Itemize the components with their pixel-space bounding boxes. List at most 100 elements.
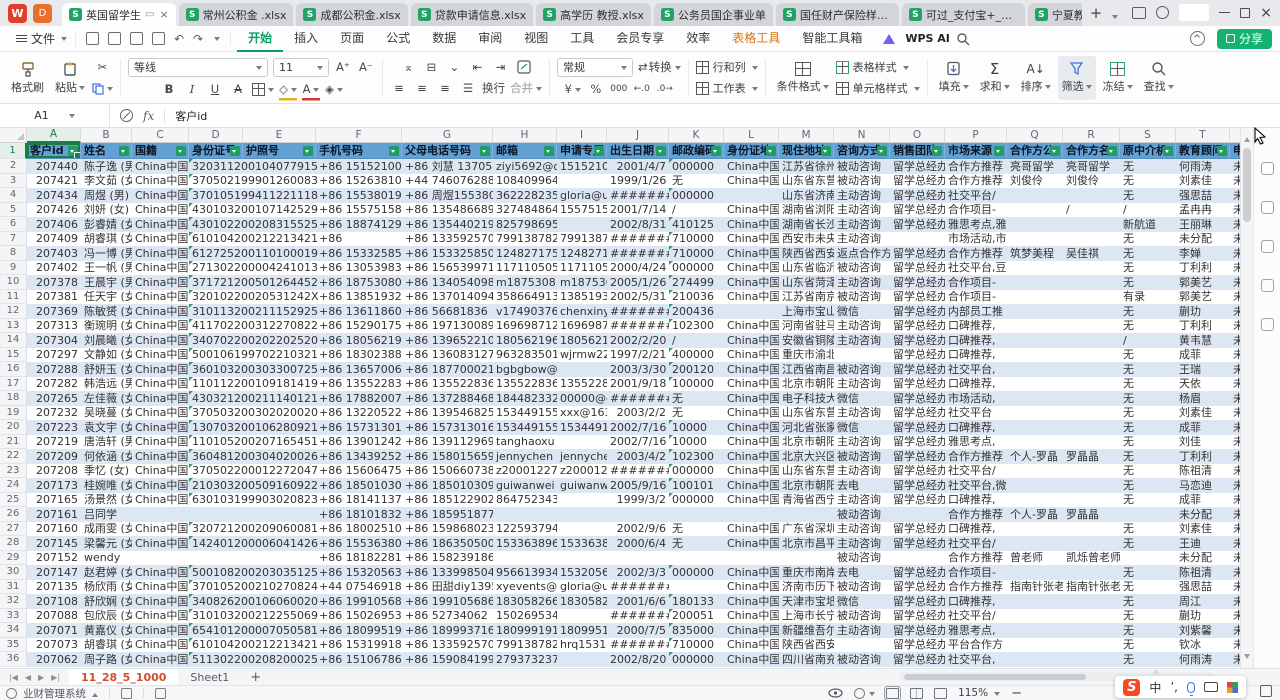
cell-G30[interactable]: +86 1339985047 [402,565,493,580]
cell-A27[interactable]: 207160 [27,522,81,537]
cell-D33[interactable]: 310103200212255069 [189,609,243,624]
cell-T12[interactable]: 蒯玏 [1176,304,1230,319]
cell-P35[interactable]: 平台合作方 [945,638,1007,653]
cell-M25[interactable]: 青海省西宁 [779,493,834,508]
cell-N10[interactable]: 主动咨询 [834,275,890,290]
cell-N18[interactable]: 微信 [834,391,890,406]
cell-K30[interactable]: 000000 [669,565,724,580]
cell-L19[interactable]: China中国 [724,406,779,421]
cell-R26[interactable]: 罗晶晶 [1063,507,1120,522]
header-cell-H1[interactable]: 邮箱 [493,143,557,159]
cell-H32[interactable]: 183058266 [493,594,557,609]
cell-R2[interactable]: 亮哥留学 [1063,159,1120,174]
row-header-31[interactable]: 31 [0,580,27,595]
cell-O33[interactable]: 留学总经办 [890,609,945,624]
cell-S5[interactable]: / [1120,203,1176,218]
sheet-tab-11_28_5_1000[interactable]: 11_28_5_1000 [69,669,178,686]
cell-O20[interactable]: 留学总经办 [890,420,945,435]
cell-K11[interactable]: 210036 [669,290,724,305]
cell-J28[interactable]: 2000/6/4 [607,536,669,551]
filter-dropdown-icon[interactable] [877,146,887,156]
cell-C11[interactable]: China中国 [132,290,189,305]
cell-G35[interactable]: +86 1335925706 [402,638,493,653]
cell-A23[interactable]: 207208 [27,464,81,479]
cell-N29[interactable]: 被动咨询 [834,551,890,566]
cell-L11[interactable]: China中国 [724,290,779,305]
sidebar-tool-icon[interactable] [1261,162,1274,175]
cell-B6[interactable]: 彭睿婧 (女 [81,217,132,232]
cell-H11[interactable]: 358664913 [493,290,557,305]
cell-T14[interactable]: 黄韦慧 [1176,333,1230,348]
cell-L29[interactable] [724,551,779,566]
row-header-5[interactable]: 5 [0,203,27,218]
cell-N24[interactable]: 去电 [834,478,890,493]
cell-Q21[interactable] [1007,435,1063,450]
cell-H2[interactable]: ziyi5692@q [493,159,557,174]
cell-J19[interactable]: 2003/2/2 [607,406,669,421]
row-header-36[interactable]: 36 [0,652,27,667]
cell-H9[interactable]: 117110505 [493,261,557,276]
cell-L20[interactable]: China中国 [724,420,779,435]
cell-P15[interactable]: 口碑推荐, [945,348,1007,363]
eye-icon[interactable] [828,688,843,698]
cell-O11[interactable]: 留学总经办 [890,290,945,305]
cell-J18[interactable]: ######### [607,391,669,406]
cell-A36[interactable]: 207062 [27,652,81,667]
row-header-12[interactable]: 12 [0,304,27,319]
cell-T7[interactable]: 未分配 [1176,232,1230,247]
cell-H8[interactable]: 124827175 [493,246,557,261]
cell-F32[interactable]: +86 19910568 [316,594,402,609]
cell-D4[interactable]: 370105199411221118 [189,188,243,203]
clear-format-button[interactable]: ◈ [325,81,343,98]
cell-D2[interactable]: 320311200104077915 [189,159,243,174]
cell-G17[interactable]: +86 1355228361 [402,377,493,392]
row-header-25[interactable]: 25 [0,493,27,508]
cell-Q29[interactable]: 曾老师 [1007,551,1063,566]
cell-U18[interactable]: 未分配 [1230,391,1240,406]
cell-A18[interactable]: 207265 [27,391,81,406]
cell-M32[interactable]: 天津市宝坻 [779,594,834,609]
rows-cols-button[interactable]: 行和列 [696,59,758,75]
cell-M21[interactable]: 北京市朝阳 [779,435,834,450]
cell-R23[interactable] [1063,464,1120,479]
column-header-A[interactable]: A [27,128,81,143]
cell-K7[interactable]: 710000 [669,232,724,247]
cell-T25[interactable]: 成菲 [1176,493,1230,508]
cell-N26[interactable]: 被动咨询 [834,507,890,522]
cell-P12[interactable]: 内部员工推 [945,304,1007,319]
cell-R10[interactable] [1063,275,1120,290]
cell-U20[interactable]: 未分配 [1230,420,1240,435]
cell-A26[interactable]: 207161 [27,507,81,522]
cell-P19[interactable]: 社交平台 [945,406,1007,421]
row-header-18[interactable]: 18 [0,391,27,406]
cell-S4[interactable]: 无 [1120,188,1176,203]
menu-数据[interactable]: 数据 [421,26,467,52]
cell-U28[interactable]: 未分配 [1230,536,1240,551]
header-cell-Q1[interactable]: 合作方公 [1007,143,1063,159]
cell-O3[interactable]: 留学总经办 [890,174,945,189]
cell-R31[interactable]: 指南针张老 [1063,580,1120,595]
cell-M26[interactable] [779,507,834,522]
cell-S11[interactable]: 有录 [1120,290,1176,305]
cell-G32[interactable]: +86 1991056861 [402,594,493,609]
cell-E26[interactable] [243,507,316,522]
cell-F8[interactable]: +86 15332585 [316,246,402,261]
cell-G23[interactable]: +86 1506607386 [402,464,493,479]
cell-A7[interactable]: 207409 [27,232,81,247]
cell-A34[interactable]: 207071 [27,623,81,638]
cell-M16[interactable]: 江西省南昌 [779,362,834,377]
cell-Q14[interactable] [1007,333,1063,348]
cell-I31[interactable]: gloria@uk [557,580,607,595]
cell-L13[interactable]: China中国 [724,319,779,334]
cell-I35[interactable]: hrq153199 [557,638,607,653]
header-cell-M1[interactable]: 现住地址 [779,143,834,159]
filter-dropdown-icon[interactable] [119,146,129,156]
cell-B21[interactable]: 唐浩轩 (男 [81,435,132,450]
cell-O5[interactable]: 留学总经办 [890,203,945,218]
column-header-J[interactable]: J [607,128,669,143]
soft-keyboard-icon[interactable] [1204,682,1218,692]
cell-S18[interactable]: 无 [1120,391,1176,406]
cell-P34[interactable]: 雅思考点, [945,623,1007,638]
cell-T13[interactable]: 丁利利 [1176,319,1230,334]
column-header-H[interactable]: H [493,128,557,143]
